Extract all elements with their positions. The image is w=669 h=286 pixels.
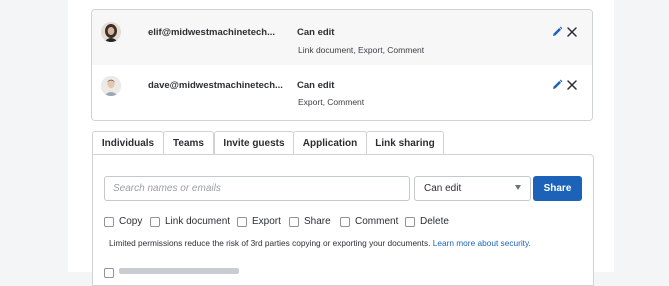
pencil-icon[interactable] [551, 79, 563, 91]
individuals-tab-content: Can edit Share Copy Link document Export… [92, 154, 594, 286]
share-button[interactable]: Share [533, 176, 582, 201]
checkbox-box[interactable] [104, 217, 114, 227]
user-permission-level: Can edit [297, 80, 335, 91]
user-permission-details: Export, Comment [298, 97, 365, 107]
clipped-option-label [119, 268, 239, 274]
tab-invite-guests[interactable]: Invite guests [214, 131, 294, 154]
learn-more-security-link[interactable]: Learn more about security. [433, 238, 531, 248]
tab-link-sharing[interactable]: Link sharing [366, 131, 444, 154]
tab-application[interactable]: Application [293, 131, 367, 154]
user-email: elif@midwestmachinetech... [148, 27, 275, 38]
share-dialog-panel: elif@midwestmachinetech... Can edit Link… [68, 0, 614, 286]
security-info-message: Limited permissions reduce the risk of 3… [109, 238, 431, 248]
security-info-text: Limited permissions reduce the risk of 3… [109, 238, 531, 248]
checkbox-label: Comment [355, 216, 399, 227]
pencil-icon[interactable] [551, 26, 563, 38]
tab-individuals[interactable]: Individuals [92, 131, 164, 156]
chevron-down-icon [515, 185, 521, 190]
close-icon[interactable] [566, 26, 578, 38]
avatar [101, 22, 121, 42]
checkbox-box[interactable] [237, 217, 247, 227]
checkbox-box[interactable] [340, 217, 350, 227]
checkbox-label: Delete [420, 216, 449, 227]
checkbox-label: Copy [119, 216, 143, 227]
shared-user-row[interactable]: elif@midwestmachinetech... Can edit Link… [92, 10, 592, 65]
checkbox-label: Export [252, 216, 281, 227]
shared-users-list: elif@midwestmachinetech... Can edit Link… [91, 9, 593, 121]
checkbox-box[interactable] [104, 268, 114, 278]
permission-select-value: Can edit [424, 183, 462, 194]
user-permission-details: Link document, Export, Comment [298, 45, 425, 55]
close-icon[interactable] [566, 79, 578, 91]
checkbox-label: Link document [165, 216, 231, 227]
permission-select[interactable]: Can edit [414, 176, 531, 201]
checkbox-label: Share [304, 216, 331, 227]
avatar [101, 76, 121, 96]
checkbox-box[interactable] [289, 217, 299, 227]
partially-visible-option [104, 266, 264, 278]
search-input[interactable] [104, 176, 410, 201]
tab-teams[interactable]: Teams [163, 131, 214, 154]
user-permission-level: Can edit [297, 27, 335, 38]
checkbox-box[interactable] [150, 217, 160, 227]
user-email: dave@midwestmachinetech... [148, 80, 283, 91]
shared-user-row[interactable]: dave@midwestmachinetech... Can edit Expo… [92, 65, 592, 120]
checkbox-box[interactable] [405, 217, 415, 227]
